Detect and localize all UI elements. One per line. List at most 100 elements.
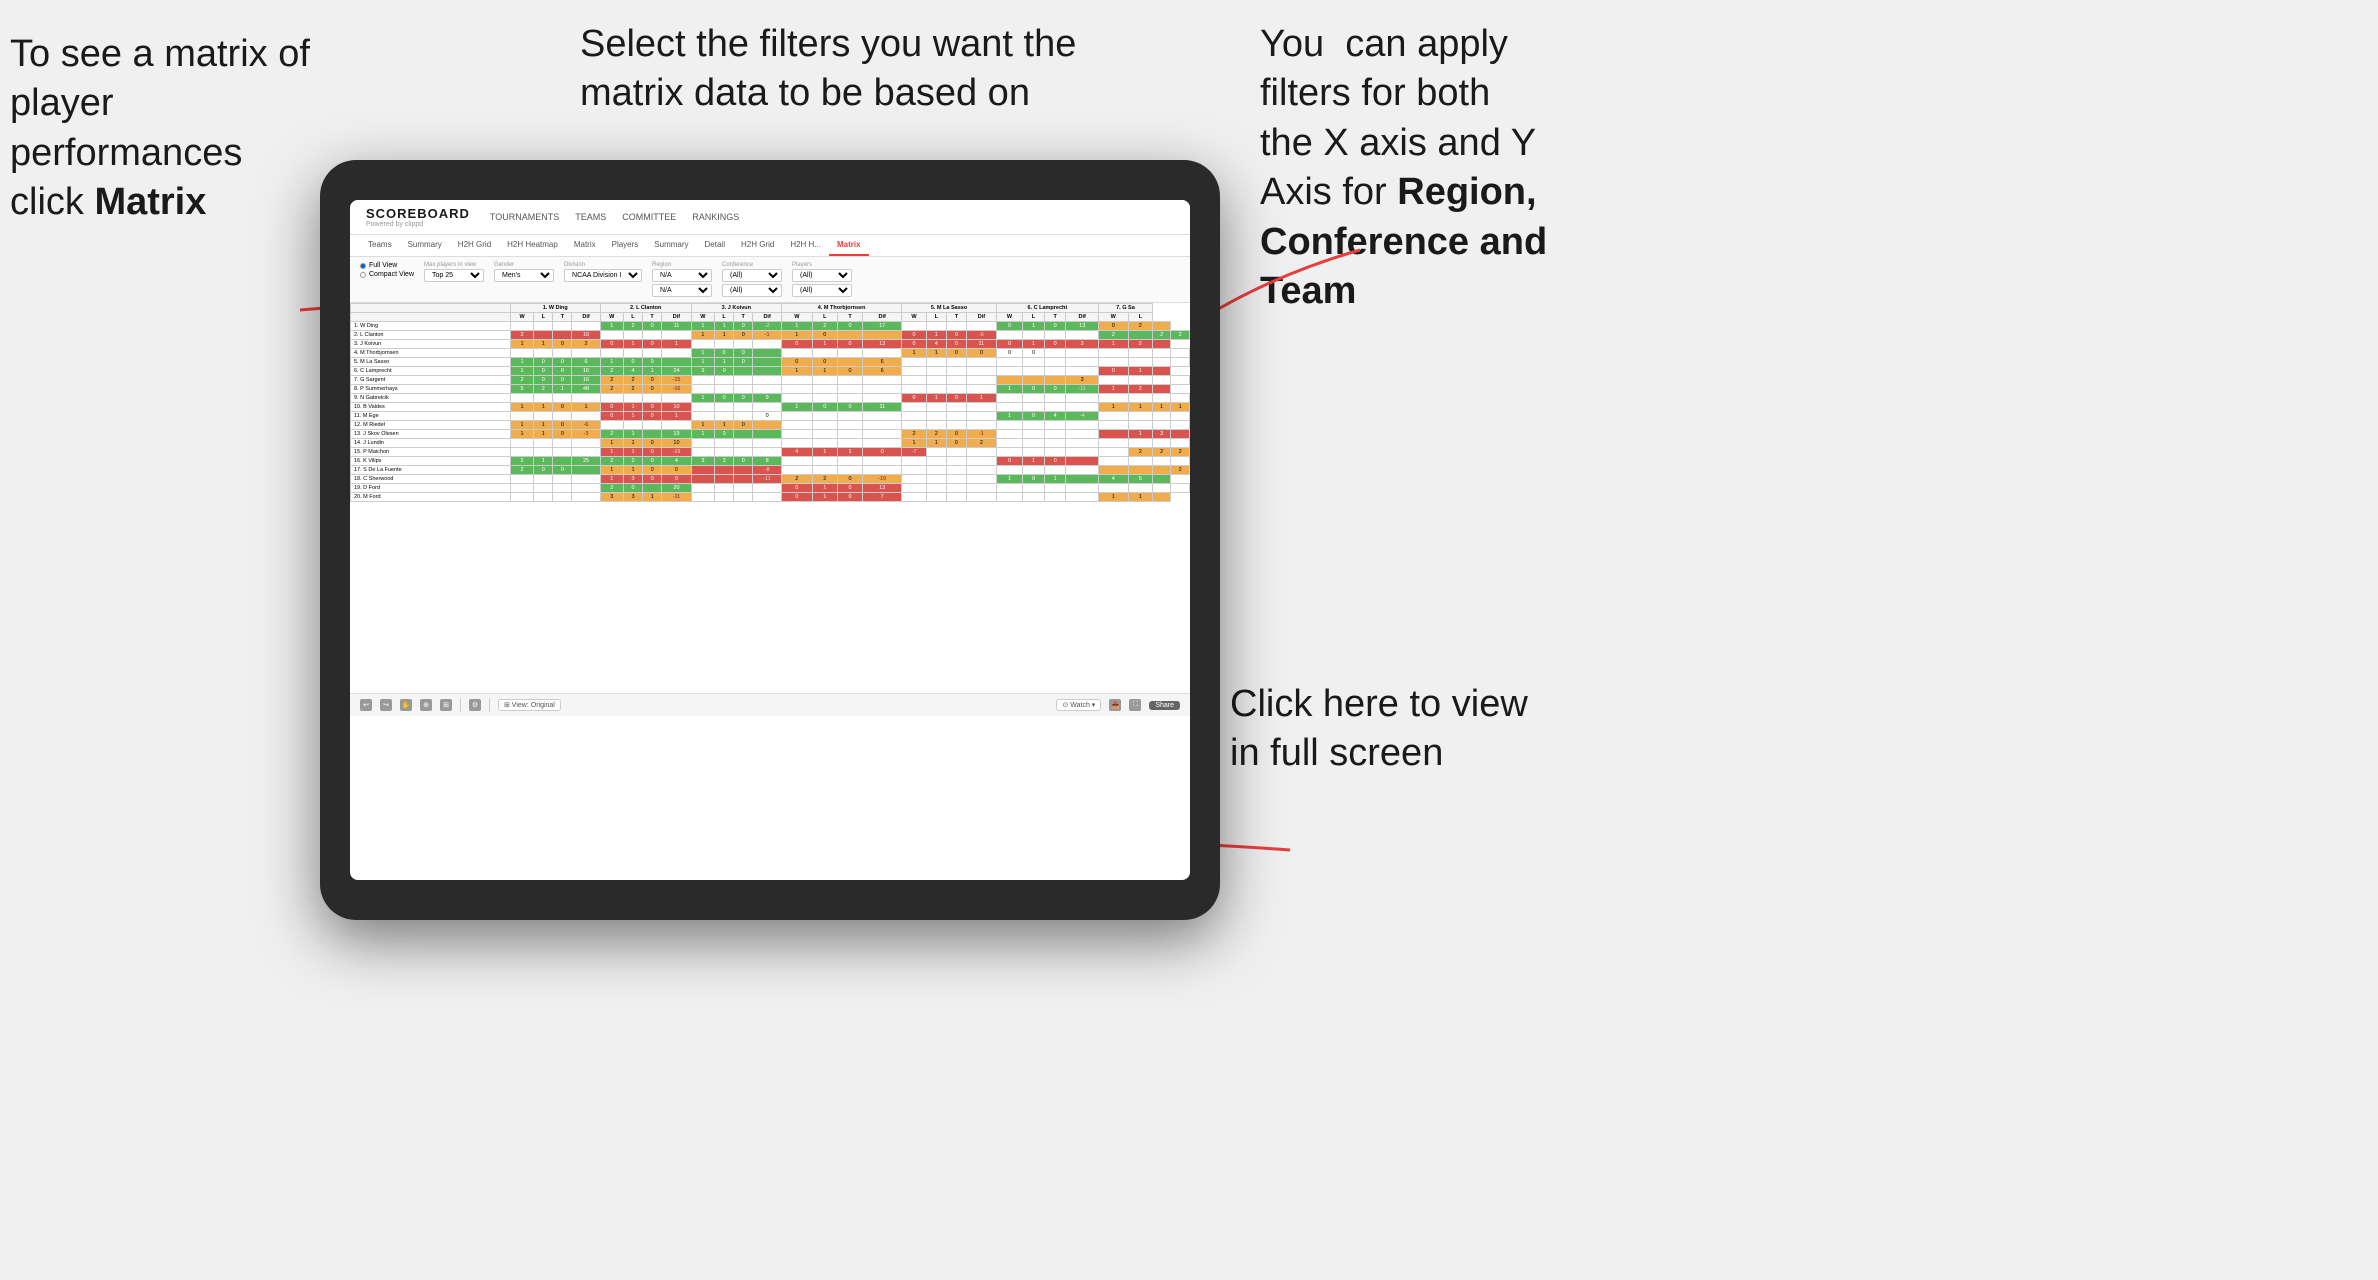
view-original-button[interactable]: ⊞ View: Original [498,699,561,711]
redo-icon[interactable]: ↪ [380,699,392,711]
watch-button[interactable]: ⊙ Watch ▾ [1056,699,1101,711]
sh-l6: L [1023,313,1045,322]
fullscreen-icon[interactable]: ⛶ [1129,699,1141,711]
matrix-cell [534,331,553,340]
matrix-cell [753,358,782,367]
matrix-cell [926,493,946,502]
pan-icon[interactable]: ⊞ [440,699,452,711]
conference-select2[interactable]: (All) [722,284,782,297]
matrix-cell: 25 [572,457,600,466]
matrix-cell [902,376,927,385]
subheader-corner [351,313,511,322]
matrix-cell: 0 [926,322,946,331]
nav-teams[interactable]: TEAMS [575,210,606,224]
matrix-cell: -11 [1066,385,1098,394]
matrix-cell [902,475,927,484]
matrix-cell: 0 [643,457,662,466]
matrix-cell [534,394,553,403]
sh-w4: W [781,313,812,322]
matrix-cell: 1 [715,322,734,331]
sub-nav-h2h-grid[interactable]: H2H Grid [450,235,499,256]
nav-tournaments[interactable]: TOURNAMENTS [490,210,559,224]
matrix-cell [1098,349,1128,358]
sh-t3: T [734,313,753,322]
region-select2[interactable]: N/A [652,284,712,297]
matrix-cell: 0 [643,340,662,349]
matrix-cell: 17 [863,322,902,331]
matrix-cell: 4 [781,448,812,457]
matrix-cell [715,412,734,421]
matrix-cell [753,439,782,448]
full-view-option[interactable]: Full View [360,262,414,269]
matrix-cell: 1 [926,349,946,358]
matrix-cell: 1 [1171,403,1190,412]
full-view-radio[interactable] [360,263,366,269]
matrix-cell: 0 [902,340,927,349]
sub-nav-summary[interactable]: Summary [400,235,450,256]
matrix-cell: 0 [534,466,553,475]
matrix-cell: 1 [902,349,927,358]
full-view-label: Full View [369,262,397,269]
compact-view-option[interactable]: Compact View [360,271,414,278]
bottom-toolbar: ↩ ↪ ✋ ⊕ ⊞ ⚙ ⊞ View: Original ⊙ Watch ▾ 📤… [350,693,1190,716]
settings-icon[interactable]: ⚙ [469,699,481,711]
matrix-cell [1128,457,1152,466]
matrix-cell [902,493,927,502]
matrix-cell [902,484,927,493]
matrix-cell [753,493,782,502]
matrix-cell [996,394,1022,403]
matrix-cell [946,493,966,502]
nav-committee[interactable]: COMMITTEE [622,210,676,224]
sub-nav-h2h-grid2[interactable]: H2H Grid [733,235,782,256]
matrix-cell: 0 [996,340,1022,349]
matrix-cell [691,493,714,502]
matrix-cell: 1 [837,448,862,457]
sub-nav-matrix-active[interactable]: Matrix [829,235,869,256]
matrix-cell [926,466,946,475]
matrix-cell: 9 [753,394,782,403]
matrix-cell [1023,493,1045,502]
sub-nav-teams[interactable]: Teams [360,235,400,256]
matrix-cell [1152,466,1170,475]
matrix-cell [510,412,533,421]
undo-icon[interactable]: ↩ [360,699,372,711]
sub-nav-h2h-heatmap[interactable]: H2H Heatmap [499,235,566,256]
sub-nav-detail[interactable]: Detail [697,235,733,256]
max-players-select[interactable]: Top 25 [424,269,484,282]
matrix-cell: -3 [572,430,600,439]
matrix-cell [812,466,837,475]
matrix-cell: 1 [715,358,734,367]
view-options: Full View Compact View [360,262,414,278]
matrix-cell: 2 [967,439,997,448]
matrix-cell: 1 [623,439,642,448]
sub-nav-summary2[interactable]: Summary [646,235,696,256]
share-button[interactable]: Share [1149,701,1180,710]
matrix-cell: 0 [715,367,734,376]
zoom-icon[interactable]: ⊕ [420,699,432,711]
matrix-cell [781,376,812,385]
matrix-cell: 0 [623,484,642,493]
hand-icon[interactable]: ✋ [400,699,412,711]
matrix-cell: 2 [1128,385,1152,394]
region-select[interactable]: N/A [652,269,712,282]
matrix-cell [863,376,902,385]
sub-nav-matrix[interactable]: Matrix [566,235,604,256]
division-select[interactable]: NCAA Division I [564,269,642,282]
matrix-cell: 0 [553,466,572,475]
matrix-cell [926,448,946,457]
matrix-cell: -11 [753,475,782,484]
matrix-cell: -4 [1066,412,1098,421]
sub-nav-players[interactable]: Players [604,235,647,256]
matrix-cell: 2 [1128,340,1152,349]
gender-select[interactable]: Men's [494,269,554,282]
players-select[interactable]: (All) [792,269,852,282]
compact-view-radio[interactable] [360,272,366,278]
matrix-cell [1152,322,1170,331]
share-icon[interactable]: 📤 [1109,699,1121,711]
matrix-cell: 1 [1128,493,1152,502]
nav-rankings[interactable]: RANKINGS [692,210,739,224]
sub-nav-h2h-h[interactable]: H2H H... [782,235,829,256]
matrix-cell: 2 [600,367,623,376]
conference-select[interactable]: (All) [722,269,782,282]
players-select2[interactable]: (All) [792,284,852,297]
